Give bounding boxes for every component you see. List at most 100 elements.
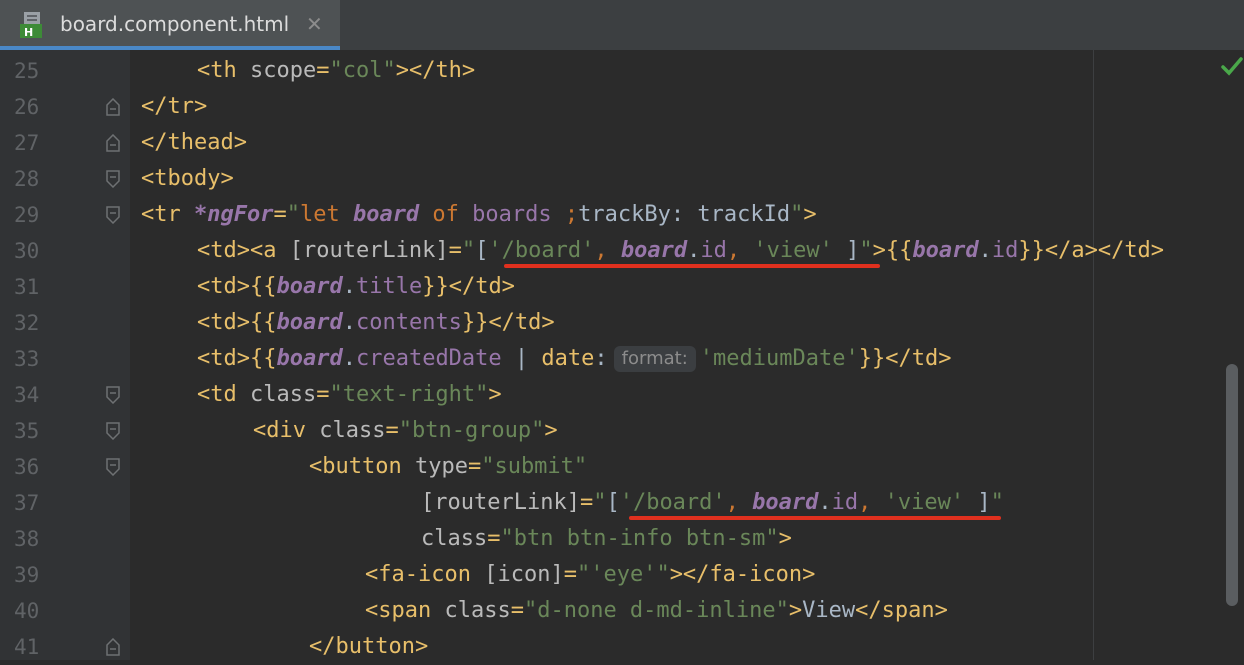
code-text: <tr *ngFor="let board of boards ;trackBy… [141, 200, 817, 230]
code-token: <td><a [197, 238, 290, 263]
fold-end-icon[interactable] [105, 134, 121, 152]
code-token: , [726, 238, 754, 263]
code-line-36[interactable]: 36 <button type="submit" [0, 449, 1244, 485]
code-text: <span class="d-none d-md-inline">View</s… [365, 596, 948, 626]
fold-start-icon[interactable] [105, 206, 121, 224]
code-line-31[interactable]: 31 <td>{{board.title}}</td> [0, 269, 1244, 305]
code-token: . [342, 274, 356, 299]
line-number: 25 [14, 59, 40, 83]
code-line-33[interactable]: 33 <td>{{board.createdDate | date: format:… [0, 341, 1244, 377]
code-token: }} [858, 346, 886, 371]
code-token: ; [564, 202, 579, 227]
code-token: "btn-group" [398, 418, 545, 443]
code-token: board [620, 238, 688, 263]
code-token: type [414, 454, 468, 479]
code-token: 'view' [753, 238, 833, 263]
code-editor[interactable]: 25 <th scope="col"></th> 26 </tr> 27 </thead>… [0, 50, 1244, 660]
code-token: board [276, 310, 343, 335]
line-number: 29 [14, 203, 40, 227]
code-text: <td>{{board.contents}}</td> [197, 308, 555, 338]
code-token: View [802, 598, 856, 623]
code-token: ></th> [395, 58, 476, 83]
code-token: <td [197, 382, 250, 407]
code-line-34[interactable]: 34 <td class="text-right"> [0, 377, 1244, 413]
code-line-39[interactable]: 39 <fa-icon [icon]="'eye'"></fa-icon> [0, 557, 1244, 593]
code-token: let [299, 202, 353, 227]
code-text: <td>{{board.createdDate | date: format:'m… [197, 344, 951, 374]
code-token: class [249, 382, 317, 407]
code-token: > [778, 526, 792, 551]
code-line-27[interactable]: 27 </thead> [0, 125, 1244, 161]
code-token: = [510, 598, 524, 623]
code-token: > [872, 238, 886, 263]
code-text: class="btn btn-info btn-sm"> [421, 524, 792, 554]
line-number: 32 [14, 311, 40, 335]
code-token: scope [249, 58, 317, 83]
code-token: > [788, 598, 803, 623]
code-token: [routerLink] [421, 490, 580, 515]
code-token: *ngFor [193, 202, 274, 227]
code-token: " [461, 238, 476, 263]
line-number: 40 [14, 599, 40, 623]
html-file-icon: H [20, 12, 42, 39]
code-token: {{ [885, 238, 913, 263]
code-token: <fa-icon [365, 562, 485, 587]
code-token: " [576, 562, 591, 587]
vertical-scrollbar-thumb[interactable] [1226, 364, 1238, 606]
code-token: '/board' [488, 238, 595, 263]
highlight-underline-line-37 [629, 516, 1001, 520]
fold-start-icon[interactable] [105, 170, 121, 188]
code-token: = [316, 382, 330, 407]
line-number: 28 [14, 167, 40, 191]
close-icon[interactable]: ✕ [306, 12, 323, 36]
editor-tab-bar: H board.component.html ✕ [0, 0, 1244, 51]
code-line-25[interactable]: 25 <th scope="col"></th> [0, 53, 1244, 89]
code-line-28[interactable]: 28 <tbody> [0, 161, 1244, 197]
code-token: ] [832, 238, 860, 263]
code-line-35[interactable]: 35 <div class="btn-group"> [0, 413, 1244, 449]
code-text: <th scope="col"></th> [197, 56, 475, 86]
code-token: " [656, 562, 670, 587]
fold-start-icon[interactable] [105, 386, 121, 404]
code-token: = [487, 526, 501, 551]
tab-board-component-html[interactable]: H board.component.html ✕ [0, 0, 340, 50]
code-token: '/board' [619, 490, 726, 515]
code-token: " [286, 202, 300, 227]
code-line-40[interactable]: 40 <span class="d-none d-md-inline">View<… [0, 593, 1244, 629]
code-token: ></fa-icon> [669, 562, 816, 587]
line-number: 30 [14, 239, 40, 263]
code-token: </thead> [141, 130, 247, 155]
fold-end-icon[interactable] [105, 98, 121, 116]
code-line-37[interactable]: 37 [routerLink]="['/board', board.id, 'vi… [0, 485, 1244, 521]
code-line-29[interactable]: 29 <tr *ngFor="let board of boards ;track… [0, 197, 1244, 233]
code-text: </thead> [141, 128, 247, 158]
code-token: , [725, 490, 753, 515]
code-text: <tbody> [141, 164, 234, 194]
code-token: 'view' [884, 490, 965, 515]
code-token: </tr> [141, 94, 208, 119]
code-line-38[interactable]: 38 class="btn btn-info btn-sm"> [0, 521, 1244, 557]
code-token: " [990, 490, 1004, 515]
code-token: createdDate [355, 346, 502, 371]
tab-label: board.component.html [60, 12, 290, 36]
line-number: 31 [14, 275, 40, 299]
line-number: 35 [14, 419, 40, 443]
fold-end-icon[interactable] [105, 638, 121, 656]
code-token: {{ [249, 310, 277, 335]
code-token: "submit" [481, 454, 588, 479]
code-token: . [342, 310, 356, 335]
code-token: [routerLink] [289, 238, 449, 263]
code-token: , [594, 238, 621, 263]
code-token: = [273, 202, 287, 227]
fold-start-icon[interactable] [105, 458, 121, 476]
code-line-26[interactable]: 26 </tr> [0, 89, 1244, 125]
code-token: "d-none d-md-inline" [523, 598, 789, 623]
code-line-32[interactable]: 32 <td>{{board.contents}}</td> [0, 305, 1244, 341]
code-token: = [385, 418, 399, 443]
fold-start-icon[interactable] [105, 422, 121, 440]
code-token: class [319, 418, 386, 443]
code-token: date [541, 346, 595, 371]
code-token: </button> [309, 634, 429, 659]
code-token: <span [365, 598, 445, 623]
code-token: board [752, 490, 819, 515]
